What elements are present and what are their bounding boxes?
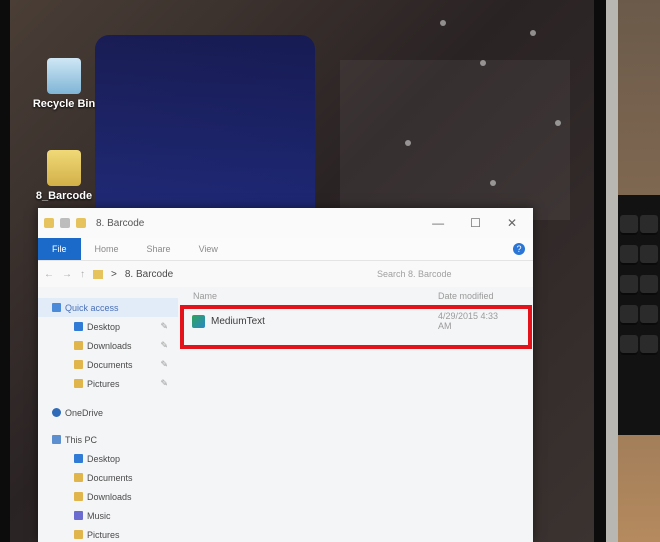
nav-label: Desktop <box>87 321 121 332</box>
properties-icon[interactable] <box>60 218 70 228</box>
downloads-icon <box>74 492 83 501</box>
keyboard-key <box>640 305 658 325</box>
desktop-icon-recycle-bin[interactable]: Recycle Bin <box>24 58 104 110</box>
nav-label: Pictures <box>87 529 120 540</box>
nav-label: Downloads <box>87 340 132 351</box>
nav-onedrive[interactable]: OneDrive <box>38 403 178 422</box>
search-placeholder: Search 8. Barcode <box>377 269 452 279</box>
nav-quick-downloads[interactable]: Downloads ✎ <box>38 336 178 355</box>
nav-label: OneDrive <box>65 407 104 418</box>
pin-icon[interactable]: ✎ <box>160 359 168 370</box>
folder-icon <box>93 269 103 279</box>
nav-label: Music <box>87 510 111 521</box>
nav-pc-desktop[interactable]: Desktop <box>38 449 178 468</box>
computer-icon <box>52 435 61 444</box>
breadcrumb[interactable]: 8. Barcode <box>125 269 173 280</box>
tab-view[interactable]: View <box>185 244 232 254</box>
up-button[interactable]: ↑ <box>80 269 85 280</box>
keyboard-key <box>620 335 638 355</box>
keyboard-key <box>620 215 638 235</box>
folder-icon <box>47 150 81 186</box>
tab-file[interactable]: File <box>38 238 81 260</box>
maximize-button[interactable]: ☐ <box>470 216 481 230</box>
column-header-date[interactable]: Date modified <box>438 291 494 301</box>
nav-label: Documents <box>87 472 133 483</box>
nav-pc-music[interactable]: Music <box>38 506 178 525</box>
navigation-pane: Quick access Desktop ✎ Downloads ✎ Docum… <box>38 288 178 542</box>
dust-spot <box>530 30 536 36</box>
nav-quick-pictures[interactable]: Pictures ✎ <box>38 374 178 393</box>
nav-pc-pictures[interactable]: Pictures <box>38 525 178 542</box>
documents-icon <box>74 473 83 482</box>
nav-label: Documents <box>87 359 133 370</box>
pictures-icon <box>74 530 83 539</box>
downloads-icon <box>74 341 83 350</box>
file-explorer-window: 8. Barcode — ☐ ✕ File Home Share View ? … <box>38 208 533 542</box>
keyboard-key <box>640 335 658 355</box>
forward-button[interactable]: → <box>62 269 72 280</box>
tab-home[interactable]: Home <box>81 244 133 254</box>
desktop-icon-label: 8_Barcode <box>35 190 93 202</box>
new-folder-icon[interactable] <box>76 218 86 228</box>
column-headers: Name Date modified <box>193 291 533 301</box>
quick-access-toolbar <box>44 218 86 228</box>
keyboard-key <box>640 245 658 265</box>
keyboard-key <box>620 305 638 325</box>
dust-spot <box>440 20 446 26</box>
desktop-icon-label: Recycle Bin <box>32 98 96 110</box>
nav-label: This PC <box>65 434 98 445</box>
nav-pc-documents[interactable]: Documents <box>38 468 178 487</box>
title-bar: 8. Barcode — ☐ ✕ <box>38 208 533 238</box>
back-button[interactable]: ← <box>44 269 54 280</box>
dust-spot <box>405 140 411 146</box>
pictures-icon <box>74 379 83 388</box>
nav-pc-downloads[interactable]: Downloads <box>38 487 178 506</box>
nav-label: Pictures <box>87 378 120 389</box>
close-button[interactable]: ✕ <box>507 216 517 230</box>
nav-this-pc[interactable]: This PC <box>38 430 178 449</box>
screen-reflection <box>340 60 570 220</box>
address-bar: ← → ↑ > 8. Barcode Search 8. Barcode <box>38 261 533 287</box>
nav-quick-access[interactable]: Quick access <box>38 298 178 317</box>
window-controls: — ☐ ✕ <box>432 216 517 230</box>
minimize-button[interactable]: — <box>432 216 444 230</box>
recycle-bin-icon <box>47 58 81 94</box>
keyboard-key <box>620 245 638 265</box>
column-header-name[interactable]: Name <box>193 291 217 301</box>
pin-icon[interactable]: ✎ <box>160 321 168 332</box>
nav-label: Quick access <box>65 302 119 313</box>
ribbon-tabs: File Home Share View ? <box>38 238 533 261</box>
music-icon <box>74 511 83 520</box>
star-icon <box>52 303 61 312</box>
folder-icon <box>44 218 54 228</box>
pin-icon[interactable]: ✎ <box>160 340 168 351</box>
keyboard-key <box>640 275 658 295</box>
nav-quick-desktop[interactable]: Desktop ✎ <box>38 317 178 336</box>
nav-label: Desktop <box>87 453 121 464</box>
cloud-icon <box>52 408 61 417</box>
nav-label: Downloads <box>87 491 132 502</box>
dust-spot <box>480 60 486 66</box>
keyboard-key <box>620 275 638 295</box>
highlight-annotation-box <box>180 305 532 349</box>
window-title: 8. Barcode <box>96 217 145 229</box>
desktop-icon <box>74 454 83 463</box>
dust-spot <box>490 180 496 186</box>
dust-spot <box>555 120 561 126</box>
screen-reflection <box>95 35 315 225</box>
search-input[interactable]: Search 8. Barcode <box>371 265 527 283</box>
tab-share[interactable]: Share <box>133 244 185 254</box>
help-icon[interactable]: ? <box>513 243 525 255</box>
desktop-icon-8-barcode[interactable]: 8_Barcode <box>24 150 104 202</box>
breadcrumb-separator: > <box>111 268 117 280</box>
pin-icon[interactable]: ✎ <box>160 378 168 389</box>
desktop-icon <box>74 322 83 331</box>
nav-quick-documents[interactable]: Documents ✎ <box>38 355 178 374</box>
documents-icon <box>74 360 83 369</box>
keyboard-key <box>640 215 658 235</box>
